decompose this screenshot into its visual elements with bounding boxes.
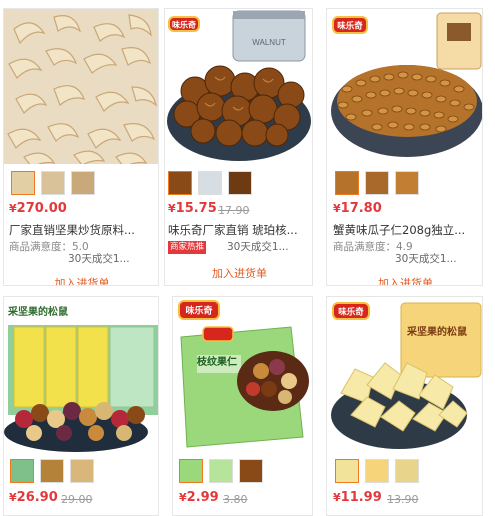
price: ¥17.80: [333, 201, 382, 216]
price: ¥2.99: [179, 490, 219, 505]
jar-thumb[interactable]: [198, 171, 222, 195]
product-image[interactable]: 采坚果的松鼠: [4, 297, 158, 452]
mixnut-thumb[interactable]: [40, 459, 64, 483]
price: ¥270.00: [9, 201, 67, 216]
original-price: 17.90: [218, 204, 250, 217]
mixnut-thumb[interactable]: [10, 459, 34, 483]
package-brand-text: 枝纹果仁: [197, 357, 237, 368]
currency-symbol: ¥: [168, 202, 176, 215]
currency-symbol: ¥: [333, 491, 341, 504]
product-card[interactable]: ¥270.00 厂家直销坚果炒货原料... 商品满意度：5.0 30天成交1..…: [3, 8, 159, 286]
add-to-cart-button[interactable]: 加入进货单: [4, 275, 158, 285]
product-image[interactable]: 味乐奇: [327, 9, 482, 164]
sales-count: 30天成交1...: [68, 253, 130, 265]
pack-thumb[interactable]: [179, 459, 203, 483]
product-image[interactable]: 味乐奇 枝纹果仁: [173, 297, 312, 452]
price-value: 17.80: [340, 201, 382, 216]
package-brand-text: 采坚果的松鼠: [8, 307, 68, 318]
price-value: 26.90: [16, 490, 58, 505]
product-title[interactable]: 厂家直销坚果炒货原料...: [9, 222, 157, 238]
original-price: 29.00: [61, 493, 93, 506]
brand-logo: 味乐奇: [172, 20, 196, 30]
package-brand-text: 采坚果的松鼠: [407, 327, 467, 338]
price-value: 2.99: [186, 490, 219, 505]
price: ¥15.75: [168, 201, 217, 216]
walnut-thumb[interactable]: [168, 171, 192, 195]
add-to-cart-button[interactable]: 加入进货单: [165, 265, 312, 281]
currency-symbol: ¥: [9, 202, 17, 215]
sales-count: 30天成交1...: [395, 253, 457, 265]
price-value: 15.75: [175, 201, 217, 216]
price: ¥26.90: [9, 490, 58, 505]
currency-symbol: ¥: [179, 491, 187, 504]
cashew-thumb[interactable]: [11, 171, 35, 195]
price-value: 11.99: [340, 490, 382, 505]
mixnut-thumb[interactable]: [70, 459, 94, 483]
product-title[interactable]: 味乐奇厂家直销 琥珀核...: [168, 222, 312, 238]
sales-count: 30天成交1...: [227, 241, 289, 253]
currency-symbol: ¥: [9, 491, 17, 504]
add-to-cart-button[interactable]: 加入进货单: [327, 275, 482, 285]
product-title[interactable]: 蟹黄味瓜子仁208g独立...: [333, 222, 481, 238]
price-value: 270.00: [16, 201, 67, 216]
original-price: 3.80: [223, 493, 248, 506]
mixnut-thumb[interactable]: [239, 459, 263, 483]
seed-thumb[interactable]: [335, 171, 359, 195]
currency-symbol: ¥: [333, 202, 341, 215]
original-price: 13.90: [387, 493, 419, 506]
durian-thumb[interactable]: [395, 459, 419, 483]
pack-thumb[interactable]: [209, 459, 233, 483]
brand-logo: 味乐奇: [338, 307, 364, 318]
pack-thumb[interactable]: [365, 459, 389, 483]
cashew-thumb[interactable]: [41, 171, 65, 195]
seed-thumb[interactable]: [395, 171, 419, 195]
product-card[interactable]: WALNUT 味乐奇 ¥15.75 17.90 味乐奇厂家直销 琥珀核... 商…: [164, 8, 313, 286]
brand-logo: 味乐奇: [337, 21, 363, 32]
product-card[interactable]: 采坚果的松鼠 ¥26.90 29.00: [3, 296, 159, 516]
brand-logo: 味乐奇: [185, 305, 212, 317]
product-card[interactable]: 味乐奇 枝纹果仁 ¥2.99 3.80: [172, 296, 313, 516]
promo-badge: 商家热推: [168, 241, 207, 254]
price: ¥11.99: [333, 490, 382, 505]
jar-label: WALNUT: [252, 38, 286, 47]
product-image[interactable]: 味乐奇 采坚果的松鼠: [327, 297, 482, 452]
product-image[interactable]: WALNUT 味乐奇: [165, 9, 312, 164]
product-card[interactable]: 味乐奇 ¥17.80 蟹黄味瓜子仁208g独立... 商品满意度：4.9 30天…: [326, 8, 483, 286]
product-image[interactable]: [4, 9, 158, 164]
product-card[interactable]: 味乐奇 采坚果的松鼠 ¥11.99 13.90: [326, 296, 483, 516]
durian-thumb[interactable]: [335, 459, 359, 483]
cashew-thumb[interactable]: [71, 171, 95, 195]
walnut-thumb[interactable]: [228, 171, 252, 195]
seed-thumb[interactable]: [365, 171, 389, 195]
